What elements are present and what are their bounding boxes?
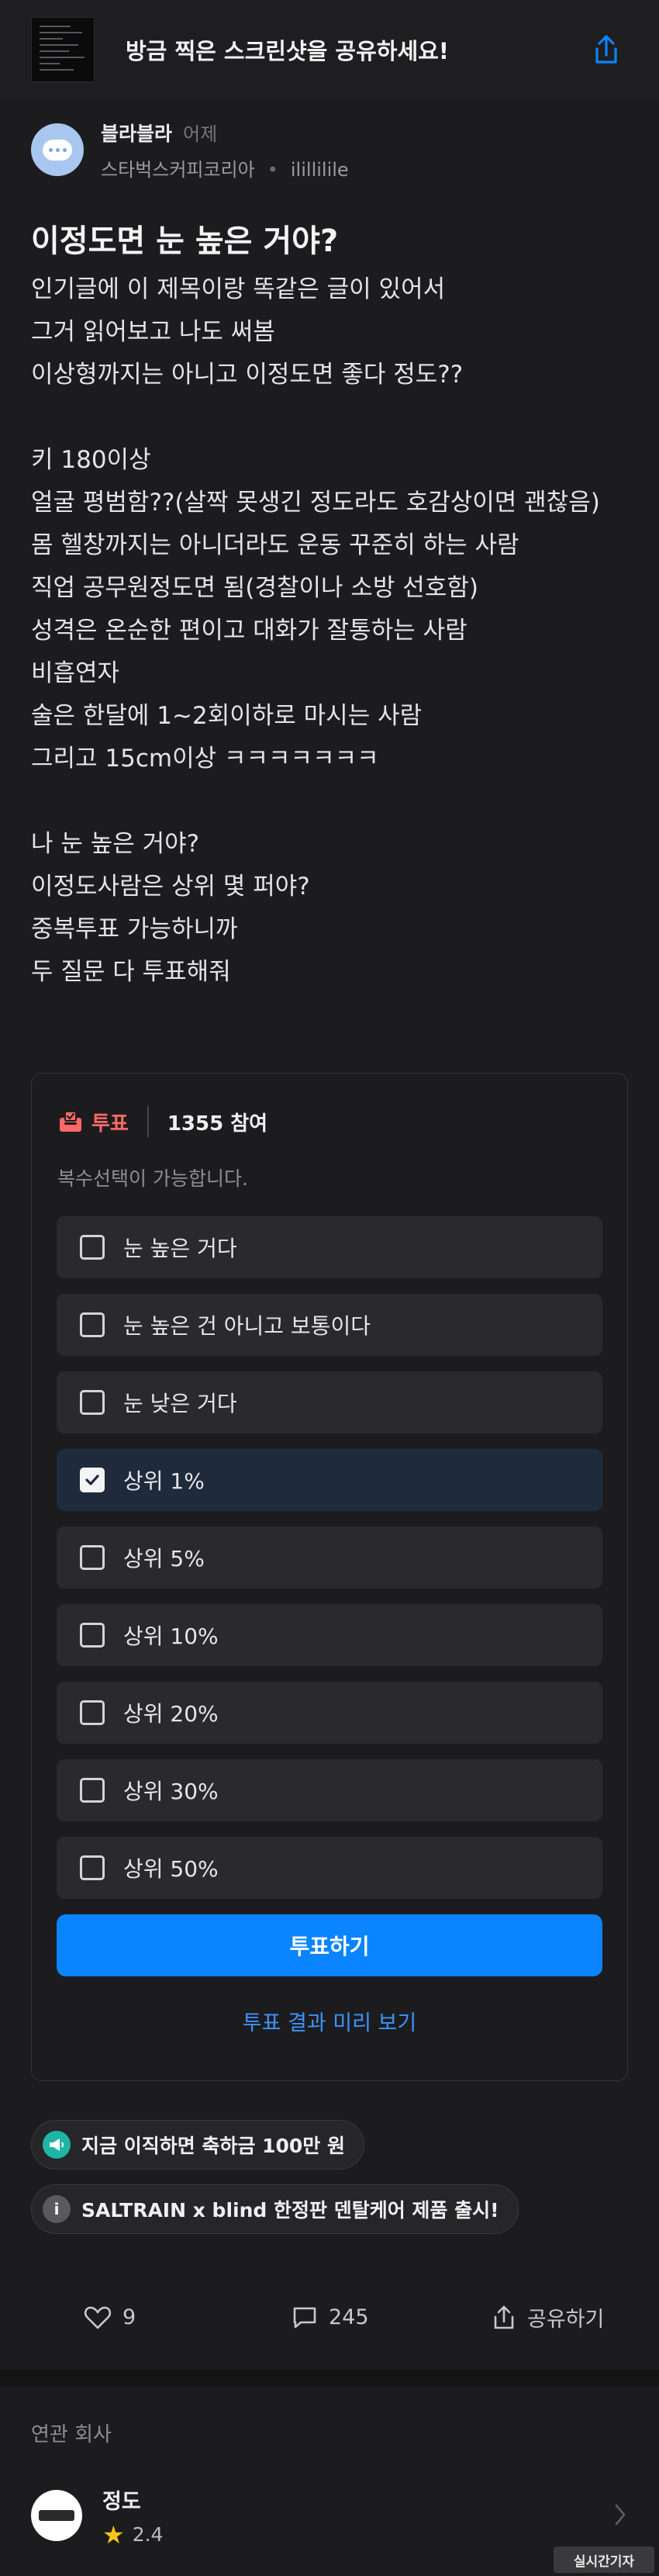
post-line [31, 396, 628, 439]
poll-option-label: 상위 50% [123, 1856, 219, 1882]
poll-option[interactable]: 상위 5% [57, 1527, 602, 1589]
post-line: 중복투표 가능하니까 [31, 915, 238, 943]
poll-option-label: 상위 1% [123, 1468, 205, 1494]
company-name: 정도 [102, 2489, 141, 2514]
checkbox[interactable] [80, 1235, 105, 1260]
poll-option[interactable]: 상위 20% [57, 1682, 602, 1744]
heart-icon [84, 2306, 112, 2329]
share-screenshot-banner[interactable]: 방금 찍은 스크린샷을 공유하세요! [0, 0, 659, 99]
author-name[interactable]: 블라블라 [101, 123, 172, 145]
post-line: 인기글에 이 제목이랑 똑같은 글이 있어서 [31, 275, 446, 303]
related-company-item[interactable]: 정도 ★ 2.4 [31, 2473, 628, 2558]
promo-chip-label: 지금 이직하면 축하금 100만 원 [81, 2135, 346, 2157]
checkbox[interactable] [80, 1623, 105, 1648]
poll-option-label: 상위 5% [123, 1546, 205, 1572]
checkbox-checked[interactable] [80, 1468, 105, 1492]
promo-chip-label: SALTRAIN x blind 한정판 덴탈케어 제품 출시! [81, 2199, 499, 2222]
poll-option[interactable]: 눈 높은 거다 [57, 1216, 602, 1278]
poll-card: 투표 1355 참여 복수선택이 가능합니다. 눈 높은 거다 눈 높은 건 아… [31, 1073, 628, 2081]
post-line [31, 780, 628, 823]
post-line: 두 질문 다 투표해줘 [31, 958, 231, 986]
share-button[interactable]: 공유하기 [492, 2302, 604, 2332]
poll-tag: 투표 [57, 1108, 129, 1136]
poll-tag-label: 투표 [91, 1112, 129, 1136]
checkbox[interactable] [80, 1855, 105, 1880]
chat-bubble-icon [43, 139, 72, 161]
post-line: 그리고 15cm이상 ㅋㅋㅋㅋㅋㅋㅋ [31, 745, 379, 773]
post-action-bar: 9 245 공유하기 [0, 2280, 659, 2354]
poll-option[interactable]: 눈 낮은 거다 [57, 1371, 602, 1433]
comment-count: 245 [329, 2305, 369, 2329]
share-icon[interactable] [585, 28, 628, 71]
company-rating-value: 2.4 [132, 2523, 164, 2546]
post-line: 그거 읽어보고 나도 써봄 [31, 318, 275, 346]
post-line: 얼굴 평범함??(살짝 못생긴 정도라도 호감상이면 괜찮음) [31, 489, 600, 517]
promo-chip-saltrain[interactable]: i SALTRAIN x blind 한정판 덴탈케어 제품 출시! [31, 2184, 519, 2234]
checkbox[interactable] [80, 1390, 105, 1415]
author-company[interactable]: 스타벅스커피코리아 [101, 159, 255, 181]
section-divider [0, 2370, 659, 2387]
related-company-heading: 연관 회사 [31, 2423, 112, 2446]
post-author: 블라블라 어제 스타벅스커피코리아 • ilillilile [0, 99, 659, 191]
checkbox[interactable] [80, 1700, 105, 1725]
post-body: 인기글에 이 제목이랑 똑같은 글이 있어서 그거 읽어보고 나도 써봄 이상형… [0, 268, 659, 994]
info-icon: i [43, 2195, 71, 2223]
poll-hint: 복수선택이 가능합니다. [57, 1167, 248, 1190]
poll-option[interactable]: 상위 50% [57, 1837, 602, 1899]
author-handle: ilillilile [290, 158, 349, 181]
post-title: 이정도면 눈 높은 거야? [31, 223, 339, 259]
post-line: 비흡연자 [31, 659, 120, 687]
post-line: 이상형까지는 아니고 이정도면 좋다 정도?? [31, 361, 464, 389]
poll-results-preview-link[interactable]: 투표 결과 미리 보기 [32, 2006, 627, 2036]
poll-option-label: 상위 30% [123, 1779, 219, 1804]
checkbox[interactable] [80, 1545, 105, 1570]
poll-option-selected[interactable]: 상위 1% [57, 1449, 602, 1511]
share-label: 공유하기 [527, 2308, 605, 2332]
watermark: 실시간기자 [554, 2547, 654, 2573]
checkbox[interactable] [80, 1778, 105, 1803]
poll-option[interactable]: 눈 높은 건 아니고 보통이다 [57, 1294, 602, 1356]
poll-option-label: 눈 낮은 거다 [123, 1391, 237, 1416]
comment-icon [293, 2307, 316, 2328]
comment-button[interactable]: 245 [292, 2305, 369, 2330]
company-logo [31, 2490, 82, 2541]
checkmark-icon [85, 1475, 99, 1485]
avatar[interactable] [31, 123, 84, 176]
screenshot-thumbnail[interactable] [31, 17, 95, 82]
promo-chip-job[interactable]: 지금 이직하면 축하금 100만 원 [31, 2120, 365, 2170]
divider [147, 1106, 149, 1137]
megaphone-icon [43, 2131, 71, 2159]
poll-option-label: 눈 높은 거다 [123, 1236, 237, 1261]
checkbox[interactable] [80, 1312, 105, 1337]
banner-text: 방금 찍은 스크린샷을 공유하세요! [126, 38, 450, 64]
separator-dot: • [267, 158, 278, 181]
like-count: 9 [122, 2305, 136, 2329]
post-line: 직업 공무원정도면 됨(경찰이나 소방 선호함) [31, 574, 478, 602]
poll-option[interactable]: 상위 30% [57, 1759, 602, 1821]
post-line: 나 눈 높은 거야? [31, 830, 200, 858]
vote-button[interactable]: 투표하기 [57, 1914, 602, 1976]
poll-option-label: 상위 20% [123, 1701, 219, 1727]
post-line: 키 180이상 [31, 446, 151, 474]
chevron-right-icon [615, 2504, 626, 2526]
post-line: 이정도사람은 상위 몇 퍼야? [31, 873, 310, 901]
star-icon: ★ [102, 2519, 125, 2550]
poll-option[interactable]: 상위 10% [57, 1604, 602, 1666]
poll-participant-count: 1355 참여 [167, 1112, 268, 1136]
post-line: 성격은 온순한 편이고 대화가 잘통하는 사람 [31, 617, 468, 645]
post-time: 어제 [183, 123, 218, 145]
post-line: 술은 한달에 1~2회이하로 마시는 사람 [31, 702, 423, 730]
share-icon [494, 2305, 514, 2329]
post-line: 몸 헬창까지는 아니더라도 운동 꾸준히 하는 사람 [31, 531, 519, 559]
ballot-box-icon [60, 1111, 81, 1132]
company-rating: ★ 2.4 [102, 2522, 163, 2547]
poll-option-label: 상위 10% [123, 1623, 219, 1649]
poll-option-label: 눈 높은 건 아니고 보통이다 [123, 1313, 371, 1339]
like-button[interactable]: 9 [84, 2305, 136, 2330]
